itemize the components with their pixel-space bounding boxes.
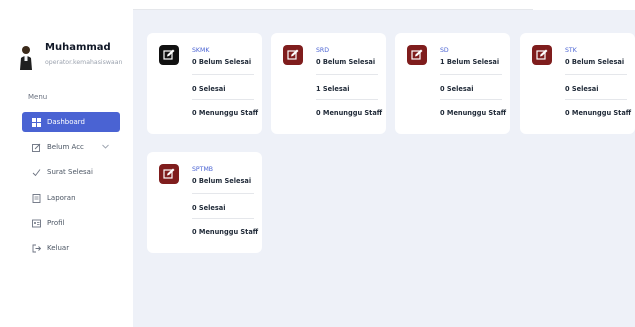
card-title: SRD bbox=[316, 47, 329, 54]
dashboard-main: SKMK 0 Belum Selesai 0 Selesai 0 Menungg… bbox=[133, 10, 635, 327]
card-belum-selesai: 0 Belum Selesai bbox=[192, 177, 252, 185]
sidebar-item-label: Laporan bbox=[47, 194, 76, 202]
card-title: SD bbox=[440, 47, 449, 54]
chevron-down-icon bbox=[102, 144, 109, 149]
card-belum-selesai: 0 Belum Selesai bbox=[565, 58, 625, 66]
sidebar-item-label: Profil bbox=[47, 219, 65, 227]
card-title: SPTMB bbox=[192, 166, 214, 173]
sidebar: Muhammad operator.kemahasiswaan Menu Das… bbox=[0, 0, 133, 327]
card-sptmb[interactable]: SPTMB 0 Belum Selesai 0 Selesai 0 Menung… bbox=[147, 152, 262, 253]
card-stk[interactable]: STK 0 Belum Selesai 0 Selesai 0 Menunggu… bbox=[520, 33, 635, 134]
sidebar-item-dashboard[interactable]: Dashboard bbox=[22, 112, 120, 132]
card-menunggu-staff: 0 Menunggu Staff bbox=[192, 109, 259, 117]
sidebar-item-label: Dashboard bbox=[47, 118, 85, 126]
sidebar-item-keluar[interactable]: Keluar bbox=[22, 238, 120, 258]
edit-icon bbox=[30, 141, 42, 153]
divider bbox=[316, 99, 378, 100]
divider bbox=[192, 218, 254, 219]
grid-icon bbox=[30, 116, 42, 128]
sidebar-item-profil[interactable]: Profil bbox=[22, 213, 120, 233]
card-belum-selesai: 0 Belum Selesai bbox=[316, 58, 376, 66]
menu-heading: Menu bbox=[28, 93, 48, 101]
card-menunggu-staff: 0 Menunggu Staff bbox=[192, 228, 259, 236]
card-skmk[interactable]: SKMK 0 Belum Selesai 0 Selesai 0 Menungg… bbox=[147, 33, 262, 134]
edit-icon bbox=[407, 45, 427, 65]
sidebar-item-laporan[interactable]: Laporan bbox=[22, 188, 120, 208]
edit-icon bbox=[532, 45, 552, 65]
divider bbox=[440, 74, 502, 75]
card-title: SKMK bbox=[192, 47, 210, 54]
check-icon bbox=[30, 166, 42, 178]
card-belum-selesai: 0 Belum Selesai bbox=[192, 58, 252, 66]
card-selesai: 0 Selesai bbox=[192, 85, 226, 93]
divider bbox=[192, 74, 254, 75]
user-profile[interactable]: Muhammad operator.kemahasiswaan bbox=[18, 42, 130, 72]
sidebar-item-label: Belum Acc bbox=[47, 143, 84, 151]
card-srd[interactable]: SRD 0 Belum Selesai 1 Selesai 0 Menunggu… bbox=[271, 33, 386, 134]
card-title: STK bbox=[565, 47, 577, 54]
card-selesai: 0 Selesai bbox=[192, 204, 226, 212]
card-menunggu-staff: 0 Menunggu Staff bbox=[565, 109, 632, 117]
divider bbox=[440, 99, 502, 100]
logout-icon bbox=[30, 242, 42, 254]
divider bbox=[565, 99, 627, 100]
sidebar-item-label: Surat Selesai bbox=[47, 168, 93, 176]
divider bbox=[192, 99, 254, 100]
card-selesai: 0 Selesai bbox=[440, 85, 474, 93]
edit-icon bbox=[159, 45, 179, 65]
divider bbox=[565, 74, 627, 75]
user-role: operator.kemahasiswaan bbox=[45, 59, 123, 66]
divider bbox=[192, 193, 254, 194]
card-menunggu-staff: 0 Menunggu Staff bbox=[316, 109, 383, 117]
id-card-icon bbox=[30, 217, 42, 229]
edit-icon bbox=[283, 45, 303, 65]
user-name: Muhammad bbox=[45, 42, 111, 53]
card-selesai: 1 Selesai bbox=[316, 85, 350, 93]
divider bbox=[316, 74, 378, 75]
avatar bbox=[20, 46, 32, 70]
card-belum-selesai: 1 Belum Selesai bbox=[440, 58, 500, 66]
edit-icon bbox=[159, 164, 179, 184]
card-sd[interactable]: SD 1 Belum Selesai 0 Selesai 0 Menunggu … bbox=[395, 33, 510, 134]
sidebar-item-belum-acc[interactable]: Belum Acc bbox=[22, 137, 120, 157]
sidebar-item-label: Keluar bbox=[47, 244, 70, 252]
card-menunggu-staff: 0 Menunggu Staff bbox=[440, 109, 507, 117]
sidebar-item-surat-selesai[interactable]: Surat Selesai bbox=[22, 162, 120, 182]
document-icon bbox=[30, 192, 42, 204]
card-selesai: 0 Selesai bbox=[565, 85, 599, 93]
